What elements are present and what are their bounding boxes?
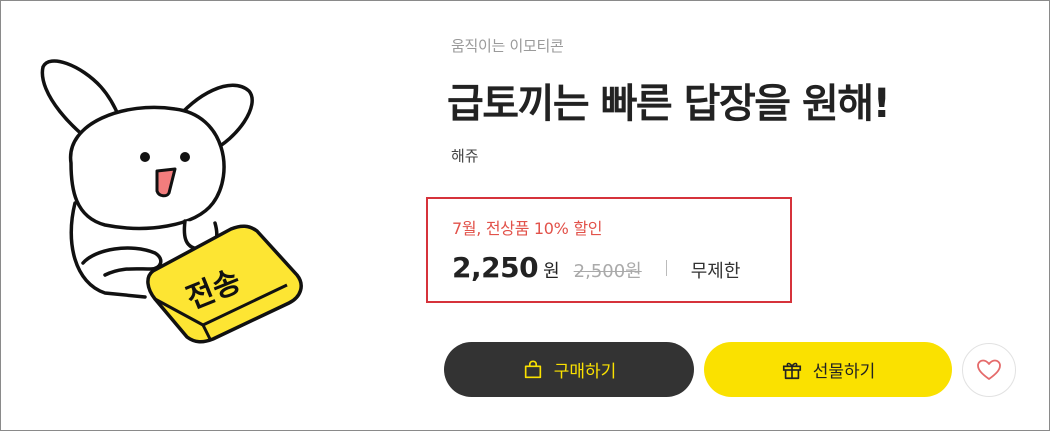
sale-price: 2,250 [452, 251, 539, 284]
gift-button-label: 선물하기 [812, 362, 876, 382]
emoticon-illustration: 전송 [35, 53, 307, 353]
gift-icon [782, 362, 801, 379]
price-box: 7월, 전상품 10% 할인 2,250 원 2,500원 무제한 [426, 197, 792, 303]
shopping-bag-icon [524, 359, 541, 378]
buy-button-label: 구매하기 [553, 362, 617, 382]
original-price: 2,500원 [573, 261, 642, 282]
divider [665, 259, 667, 276]
rabbit-with-send-key-image: 전송 [40, 59, 303, 344]
product-title: 급토끼는 빠른 답장을 원해! [447, 81, 891, 127]
product-author[interactable]: 해쥬 [451, 145, 479, 166]
price-row: 2,250 원 2,500원 무제한 [452, 251, 740, 284]
usage-period: 무제한 [690, 261, 741, 282]
gift-button[interactable]: 선물하기 [704, 342, 952, 397]
product-category: 움직이는 이모티콘 [451, 37, 564, 55]
product-panel: 전송 움직이는 이모티콘 급토끼는 빠른 답장을 원해! 해쥬 7월, 전상품 … [0, 0, 1050, 431]
buy-button[interactable]: 구매하기 [444, 342, 694, 397]
like-button[interactable] [962, 343, 1016, 397]
heart-icon [977, 359, 1001, 380]
price-unit: 원 [543, 261, 560, 282]
promo-text: 7월, 전상품 10% 할인 [452, 219, 603, 238]
